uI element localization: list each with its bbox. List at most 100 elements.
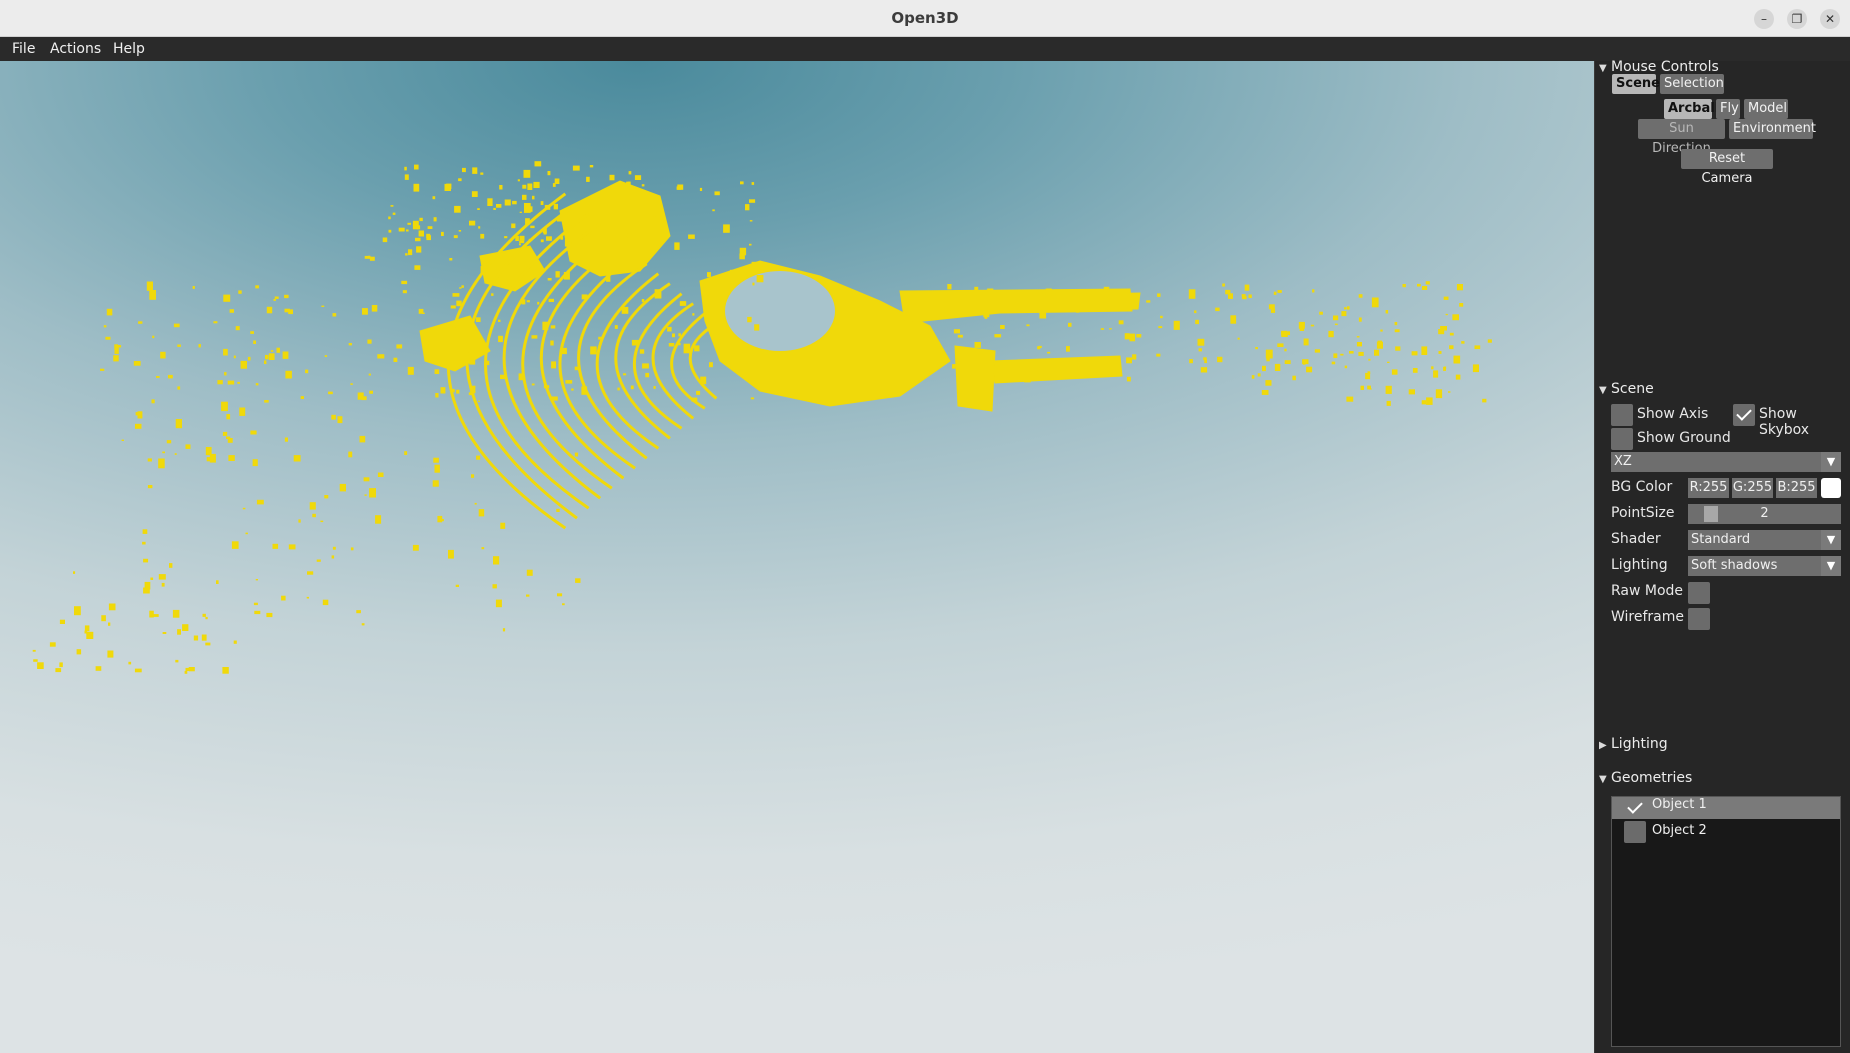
- point: [1395, 346, 1401, 351]
- point: [413, 183, 420, 192]
- point-cloud: [32, 161, 1492, 674]
- chevron-down-icon: ▼: [1821, 530, 1841, 550]
- point: [1103, 286, 1110, 291]
- minimize-icon[interactable]: –: [1754, 9, 1774, 29]
- point: [1385, 310, 1389, 314]
- point: [49, 642, 56, 647]
- expand-icon: ▼: [1599, 774, 1607, 785]
- scene-header[interactable]: ▼ Scene: [1599, 381, 1654, 397]
- menu-file[interactable]: File: [12, 41, 35, 57]
- chevron-down-icon: ▼: [1821, 556, 1841, 576]
- 3d-viewport[interactable]: [0, 61, 1594, 1053]
- point: [432, 480, 439, 487]
- object-1-checkbox[interactable]: [1624, 797, 1646, 819]
- geometry-item-object-1[interactable]: Object 1: [1612, 797, 1840, 819]
- tab-selection[interactable]: Selection: [1660, 74, 1724, 94]
- environment-button[interactable]: Environment: [1729, 119, 1816, 139]
- point: [1248, 294, 1252, 298]
- point: [169, 563, 173, 568]
- arcball-button[interactable]: Arcball: [1664, 99, 1719, 119]
- bg-color-swatch[interactable]: [1821, 478, 1841, 498]
- point: [1358, 294, 1363, 298]
- point: [562, 347, 567, 355]
- point: [185, 667, 190, 671]
- menu-actions[interactable]: Actions: [50, 41, 101, 57]
- menu-help[interactable]: Help: [113, 41, 145, 57]
- point: [613, 219, 618, 226]
- point-size-slider[interactable]: 2: [1688, 504, 1841, 524]
- point: [631, 339, 639, 346]
- point: [1274, 363, 1281, 371]
- lighting-select[interactable]: Soft shadows ▼: [1688, 556, 1841, 576]
- maximize-icon[interactable]: ❐: [1787, 9, 1807, 29]
- mouse-controls-header[interactable]: ▼ Mouse Controls: [1599, 59, 1719, 75]
- point: [434, 369, 440, 374]
- point: [402, 290, 407, 294]
- lighting-section-title: Lighting: [1611, 736, 1668, 752]
- point: [590, 223, 597, 231]
- model-button[interactable]: Model: [1744, 99, 1788, 119]
- show-ground-checkbox[interactable]: [1611, 428, 1633, 450]
- point: [265, 354, 269, 360]
- point: [238, 290, 242, 294]
- point: [617, 185, 623, 191]
- object-2-checkbox[interactable]: [1624, 821, 1646, 843]
- point: [137, 411, 143, 419]
- point: [144, 581, 151, 590]
- bg-red-field[interactable]: R:255: [1688, 478, 1729, 498]
- point: [398, 227, 405, 232]
- point: [560, 236, 564, 240]
- point: [653, 386, 656, 389]
- expand-icon: ▼: [1599, 63, 1607, 74]
- point: [184, 670, 188, 674]
- bg-green-field[interactable]: G:255: [1732, 478, 1773, 498]
- point: [598, 336, 604, 340]
- geometries-list: Object 1 Object 2: [1611, 796, 1841, 1047]
- point: [1019, 367, 1024, 372]
- point: [749, 243, 752, 246]
- point: [158, 574, 166, 580]
- bg-blue-field[interactable]: B:255: [1776, 478, 1817, 498]
- point: [974, 342, 981, 348]
- point: [266, 612, 273, 618]
- point: [1198, 348, 1202, 352]
- geometry-item-object-2[interactable]: Object 2: [1612, 819, 1840, 843]
- point: [557, 217, 563, 222]
- show-skybox-checkbox[interactable]: [1733, 404, 1755, 426]
- geometries-header[interactable]: ▼ Geometries: [1599, 770, 1692, 786]
- ground-plane-select[interactable]: XZ ▼: [1611, 452, 1841, 472]
- close-icon[interactable]: ✕: [1820, 9, 1840, 29]
- object-2-label: Object 2: [1652, 823, 1707, 838]
- point: [152, 335, 155, 339]
- point: [175, 419, 182, 429]
- point: [276, 347, 280, 353]
- point: [368, 373, 371, 376]
- point: [481, 547, 485, 550]
- point: [493, 207, 496, 210]
- show-axis-checkbox[interactable]: [1611, 404, 1633, 426]
- point: [652, 204, 659, 213]
- point: [611, 233, 618, 240]
- point: [1433, 370, 1439, 378]
- tab-scene[interactable]: Scene: [1612, 74, 1660, 94]
- wireframe-checkbox[interactable]: [1688, 608, 1710, 630]
- point: [390, 205, 394, 207]
- lighting-section-header[interactable]: ▶ Lighting: [1599, 736, 1668, 752]
- point: [722, 357, 725, 360]
- point: [147, 458, 152, 462]
- point: [1188, 289, 1196, 299]
- point: [1435, 389, 1443, 399]
- point: [404, 174, 409, 180]
- point: [957, 334, 963, 338]
- point: [983, 310, 990, 318]
- point: [1367, 385, 1371, 390]
- point: [584, 246, 591, 254]
- fly-button[interactable]: Fly: [1716, 99, 1740, 119]
- reset-camera-button[interactable]: Reset Camera: [1681, 149, 1773, 186]
- shader-select[interactable]: Standard ▼: [1688, 530, 1841, 550]
- point: [201, 634, 207, 641]
- sun-direction-button[interactable]: Sun Direction: [1638, 119, 1725, 156]
- point: [557, 593, 563, 597]
- point: [551, 361, 556, 369]
- raw-mode-checkbox[interactable]: [1688, 582, 1710, 604]
